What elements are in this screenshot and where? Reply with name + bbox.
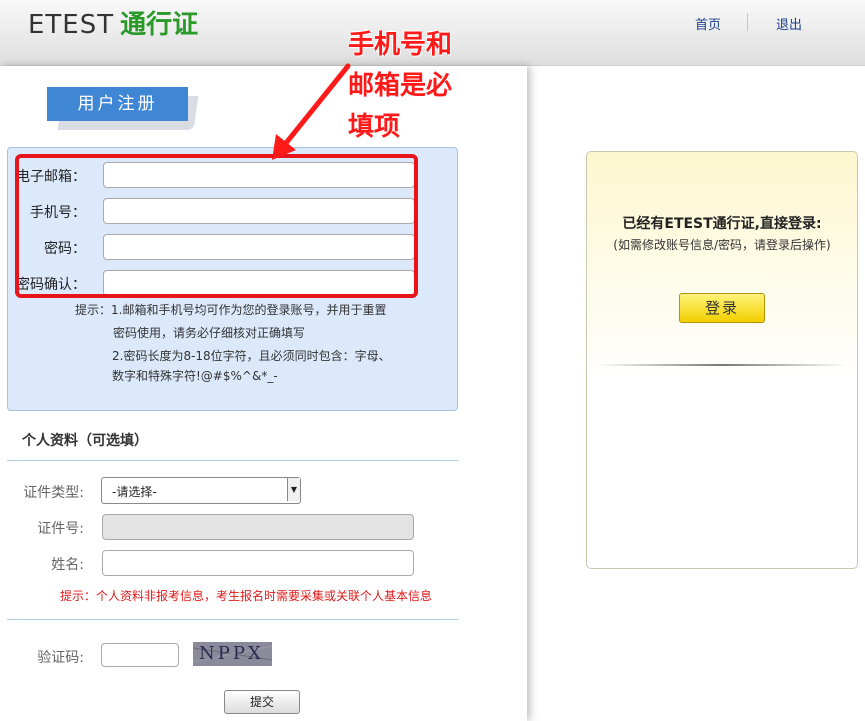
register-tab: 用户注册 bbox=[47, 87, 188, 121]
chevron-down-icon: ▼ bbox=[287, 478, 300, 501]
profile-section-title: 个人资料（可选填） bbox=[22, 433, 148, 449]
hint-line-2: 密码使用，请务必仔细核对正确填写 bbox=[113, 326, 306, 340]
id-type-label: 证件类型: bbox=[23, 485, 84, 501]
submit-button[interactable]: 提交 bbox=[224, 690, 300, 714]
brand-main-text: ETEST bbox=[28, 10, 115, 40]
annotation-arrow-icon bbox=[272, 63, 351, 160]
nav-logout-link[interactable]: 退出 bbox=[776, 14, 802, 33]
name-field[interactable] bbox=[102, 550, 414, 576]
nav-divider bbox=[747, 13, 748, 31]
nav-home-link[interactable]: 首页 bbox=[695, 14, 721, 33]
brand-sub-text: 通行证 bbox=[120, 10, 199, 40]
hint-line-4: 数字和特殊字符!@#$%^&*_- bbox=[112, 369, 278, 383]
site-logo[interactable]: ETEST 通行证 bbox=[28, 8, 198, 42]
profile-divider bbox=[7, 460, 458, 461]
id-number-field bbox=[102, 514, 414, 540]
hint-line-3: 2.密码长度为8-18位字符，且必须同时包含：字母、 bbox=[112, 349, 391, 363]
login-title: 已经有ETEST通行证,直接登录: bbox=[622, 216, 822, 232]
required-fields-highlight bbox=[15, 154, 418, 298]
annotation-line-1: 手机号和 bbox=[348, 30, 453, 60]
hint-line-1: 提示：1.邮箱和手机号均可作为您的登录账号，并用于重置 bbox=[75, 303, 387, 317]
captcha-image[interactable]: NPPX bbox=[193, 642, 272, 666]
captcha-text: NPPX bbox=[199, 643, 264, 664]
login-divider bbox=[597, 364, 847, 366]
captcha-input[interactable] bbox=[101, 643, 179, 667]
login-subtitle: (如需修改账号信息/密码，请登录后操作) bbox=[613, 238, 831, 252]
profile-hint: 提示：个人资料非报考信息，考生报名时需要采集或关联个人基本信息 bbox=[60, 589, 433, 603]
login-panel: 已经有ETEST通行证,直接登录: (如需修改账号信息/密码，请登录后操作) 登… bbox=[586, 151, 858, 569]
annotation-line-2: 邮箱是必 bbox=[348, 71, 453, 101]
id-type-select[interactable]: -请选择- ▼ bbox=[101, 477, 301, 504]
id-type-value: -请选择- bbox=[112, 485, 157, 499]
name-label: 姓名: bbox=[51, 557, 84, 573]
id-number-label: 证件号: bbox=[37, 521, 84, 537]
captcha-divider bbox=[7, 619, 458, 620]
captcha-label: 验证码: bbox=[37, 650, 84, 666]
login-button[interactable]: 登录 bbox=[679, 293, 765, 323]
